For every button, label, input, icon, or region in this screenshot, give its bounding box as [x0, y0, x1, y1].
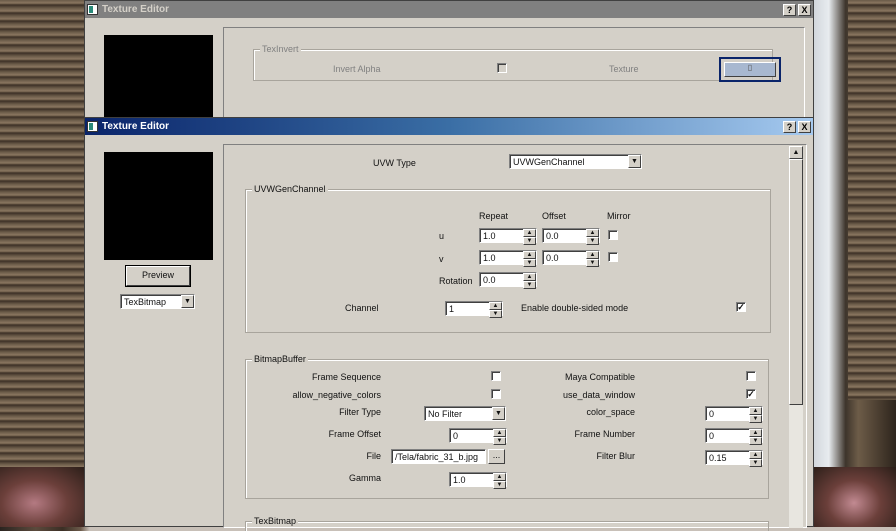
uvw-type-label: UVW Type — [373, 158, 416, 168]
repeat-column-header: Repeat — [479, 211, 509, 221]
group-title: TexBitmap — [252, 516, 299, 526]
color-space-label: color_space — [586, 407, 635, 417]
texinvert-group: TexInvert — [253, 44, 773, 81]
filter-type-dropdown[interactable]: No Filter ▼ — [424, 406, 506, 421]
uvw-type-dropdown[interactable]: UVWGenChannel ▼ — [509, 154, 642, 169]
offset-column-header: Offset — [542, 211, 566, 221]
texture-preview — [104, 152, 213, 260]
browse-button[interactable]: ... — [488, 449, 505, 464]
close-button[interactable]: X — [798, 120, 811, 133]
v-repeat-spinner[interactable]: 1.0 ▲ ▼ — [479, 250, 537, 267]
gamma-spinner[interactable]: 1.0 ▲ ▼ — [449, 472, 507, 489]
color-space-spinner[interactable]: 0 ▲ ▼ — [705, 406, 763, 423]
gamma-label: Gamma — [348, 473, 381, 483]
texture-editor-window: Texture Editor ? X Preview TexBitmap ▼ ▲… — [84, 117, 814, 531]
frame-number-label: Frame Number — [574, 429, 635, 439]
allow-negative-colors-checkbox[interactable] — [491, 389, 501, 399]
vertical-scrollbar[interactable]: ▲ — [789, 146, 803, 528]
texture-preview — [104, 35, 213, 125]
allow-negative-colors-label: allow_negative_colors — [292, 390, 381, 400]
frame-offset-label: Frame Offset — [328, 429, 381, 439]
frame-sequence-label: Frame Sequence — [311, 372, 381, 382]
u-offset-spinner[interactable]: 0.0 ▲ ▼ — [542, 228, 600, 245]
v-offset-spinner[interactable]: 0.0 ▲ ▼ — [542, 250, 600, 267]
app-icon — [87, 121, 98, 132]
rotation-spinner[interactable]: 0.0 ▲ ▼ — [479, 272, 537, 289]
background-wall-left — [0, 0, 86, 527]
background-window-right — [812, 0, 896, 527]
u-label: u — [439, 231, 445, 241]
close-button[interactable]: X — [798, 3, 811, 16]
group-title: BitmapBuffer — [252, 354, 308, 364]
texture-editor-window-back: Texture Editor ? X TexInvert Invert Alph… — [84, 0, 814, 131]
u-repeat-spinner[interactable]: 1.0 ▲ ▼ — [479, 228, 537, 245]
filter-blur-spinner[interactable]: 0.15 ▲ ▼ — [705, 450, 763, 467]
channel-spinner[interactable]: 1 ▲ ▼ — [445, 301, 503, 318]
file-label: File — [366, 451, 381, 461]
group-title: UVWGenChannel — [252, 184, 328, 194]
double-sided-label: Enable double-sided mode — [521, 303, 629, 313]
preview-button[interactable]: Preview — [126, 266, 190, 286]
texture-type-dropdown[interactable]: TexBitmap ▼ — [120, 294, 195, 309]
filter-type-label: Filter Type — [339, 407, 381, 417]
use-data-window-label: use_data_window — [562, 390, 635, 400]
invert-alpha-label: Invert Alpha — [333, 64, 381, 74]
v-label: v — [439, 254, 444, 264]
filter-blur-label: Filter Blur — [596, 451, 635, 461]
help-button[interactable]: ? — [783, 120, 796, 133]
maya-compatible-checkbox[interactable] — [746, 371, 756, 381]
file-path-field[interactable]: /Tela/fabric_31_b.jpg — [391, 449, 486, 464]
rotation-label: Rotation — [439, 276, 473, 286]
frame-sequence-checkbox[interactable] — [491, 371, 501, 381]
maya-compatible-label: Maya Compatible — [564, 372, 635, 382]
invert-alpha-checkbox[interactable] — [497, 63, 507, 73]
texbitmap-group: TexBitmap — [245, 516, 769, 531]
use-data-window-checkbox[interactable]: ✓ — [746, 389, 756, 399]
channel-label: Channel — [345, 303, 379, 313]
group-title: TexInvert — [260, 44, 301, 54]
chevron-down-icon: ▼ — [628, 155, 641, 168]
chevron-down-icon: ▼ — [181, 295, 194, 308]
titlebar[interactable]: Texture Editor ? X — [85, 1, 813, 18]
frame-offset-spinner[interactable]: 0 ▲ ▼ — [449, 428, 507, 445]
help-button[interactable]: ? — [783, 3, 796, 16]
texture-label: Texture — [609, 64, 639, 74]
mirror-column-header: Mirror — [607, 211, 631, 221]
v-mirror-checkbox[interactable] — [608, 252, 618, 262]
window-title: Texture Editor — [102, 4, 170, 15]
scroll-up-arrow-icon[interactable]: ▲ — [789, 146, 803, 159]
u-mirror-checkbox[interactable] — [608, 230, 618, 240]
app-icon — [87, 4, 98, 15]
scroll-thumb[interactable] — [789, 159, 803, 405]
window-title: Texture Editor — [102, 121, 170, 132]
frame-number-spinner[interactable]: 0 ▲ ▼ — [705, 428, 763, 445]
texture-slot-button[interactable]: ▯ — [724, 62, 776, 77]
titlebar[interactable]: Texture Editor ? X — [85, 118, 813, 135]
chevron-down-icon: ▼ — [492, 407, 505, 420]
double-sided-checkbox[interactable]: ✓ — [736, 302, 746, 312]
